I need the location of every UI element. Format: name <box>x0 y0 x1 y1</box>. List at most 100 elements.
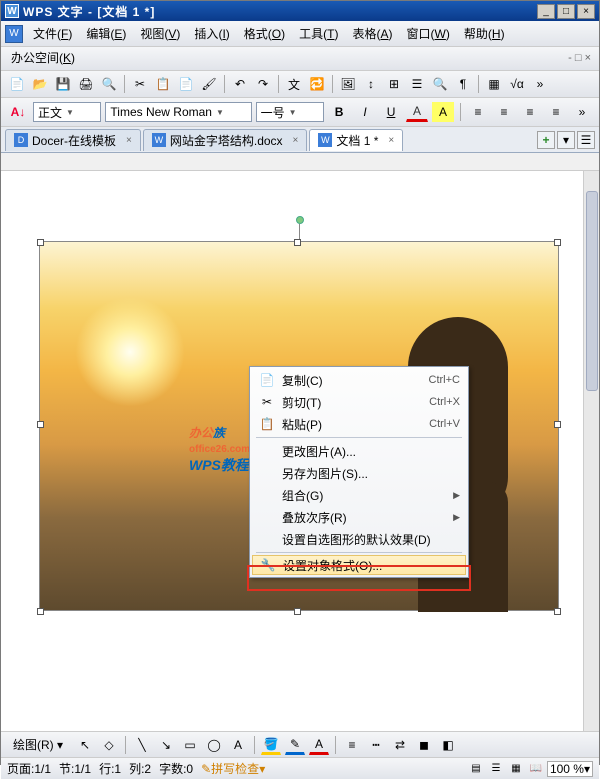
ctx-paste[interactable]: 📋粘贴(P)Ctrl+V <box>252 413 466 435</box>
paste-icon[interactable]: 📄 <box>176 74 196 94</box>
line-icon[interactable]: ╲ <box>132 735 152 755</box>
ctx-order[interactable]: 叠放次序(R)▶ <box>252 506 466 528</box>
tab-list-button[interactable]: ▾ <box>557 131 575 149</box>
view-print-icon[interactable]: ▤ <box>467 761 485 777</box>
app-menu-icon[interactable]: W <box>5 25 23 43</box>
size-select[interactable]: 一号▼ <box>256 102 324 122</box>
text-direction-icon[interactable]: ↕ <box>361 74 381 94</box>
show-marks-icon[interactable]: ¶ <box>453 74 473 94</box>
menu-format[interactable]: 格式(O) <box>238 23 291 44</box>
status-spellcheck[interactable]: ✎拼写检查 ▾ <box>201 760 265 777</box>
tab-docer[interactable]: D Docer-在线模板 × <box>5 129 141 151</box>
outline-icon[interactable]: ⊞ <box>384 74 404 94</box>
resize-handle-tl[interactable] <box>37 239 44 246</box>
view-outline-icon[interactable]: ☰ <box>487 761 505 777</box>
underline-button[interactable]: U <box>380 102 402 122</box>
font-color-button[interactable]: A <box>406 102 428 122</box>
ctx-default-effect[interactable]: 设置自选图形的默认效果(D) <box>252 528 466 550</box>
new-tab-button[interactable]: + <box>537 131 555 149</box>
draw-menu[interactable]: 绘图(R) ▾ <box>7 734 69 755</box>
align-justify-icon[interactable]: ≡ <box>545 102 567 122</box>
menu-insert[interactable]: 插入(I) <box>188 23 235 44</box>
line-color-icon[interactable]: ✎ <box>285 735 305 755</box>
menu-file[interactable]: 文件(F) <box>27 23 78 44</box>
resize-handle-tm[interactable] <box>294 239 301 246</box>
more-format-icon[interactable]: » <box>571 102 593 122</box>
copy-icon[interactable]: 📋 <box>153 74 173 94</box>
tab-doc1[interactable]: W 网站金字塔结构.docx × <box>143 129 308 151</box>
menu-view[interactable]: 视图(V) <box>134 23 186 44</box>
mdi-controls[interactable]: - □ × <box>568 52 591 64</box>
menu-table[interactable]: 表格(A) <box>347 23 399 44</box>
open-icon[interactable]: 📂 <box>30 74 50 94</box>
dash-style-icon[interactable]: ┅ <box>366 735 386 755</box>
font-color-icon[interactable]: A <box>309 735 329 755</box>
undo-icon[interactable]: ↶ <box>230 74 250 94</box>
equation-icon[interactable]: √α <box>507 74 527 94</box>
3d-icon[interactable]: ◧ <box>438 735 458 755</box>
resize-handle-br[interactable] <box>554 608 561 615</box>
format-painter-icon[interactable]: 🖌 <box>199 74 219 94</box>
new-doc-icon[interactable]: 📄 <box>7 74 27 94</box>
menu-help[interactable]: 帮助(H) <box>458 23 511 44</box>
more-icon[interactable]: » <box>530 74 550 94</box>
arrow-style-icon[interactable]: ⇄ <box>390 735 410 755</box>
tab-options-button[interactable]: ☰ <box>577 131 595 149</box>
rectangle-icon[interactable]: ▭ <box>180 735 200 755</box>
shadow-icon[interactable]: ◼ <box>414 735 434 755</box>
rotation-handle[interactable] <box>296 216 304 224</box>
fill-color-icon[interactable]: 🪣 <box>261 735 281 755</box>
resize-handle-ml[interactable] <box>37 421 44 428</box>
maximize-button[interactable]: □ <box>557 4 575 19</box>
align-right-icon[interactable]: ≡ <box>519 102 541 122</box>
align-left-icon[interactable]: ≡ <box>467 102 489 122</box>
ctx-copy[interactable]: 📄复制(C)Ctrl+C <box>252 369 466 391</box>
menu-window[interactable]: 窗口(W) <box>401 23 456 44</box>
resize-handle-tr[interactable] <box>554 239 561 246</box>
font-select[interactable]: Times New Roman▼ <box>105 102 251 122</box>
tab-close-icon[interactable]: × <box>126 135 132 146</box>
ctx-cut[interactable]: ✂剪切(T)Ctrl+X <box>252 391 466 413</box>
style-indicator-icon[interactable]: A↓ <box>7 102 29 122</box>
oval-icon[interactable]: ◯ <box>204 735 224 755</box>
print-icon[interactable]: 🖨 <box>76 74 96 94</box>
ctx-format-object[interactable]: 🔧设置对象格式(O)... <box>252 555 466 575</box>
cut-icon[interactable]: ✂ <box>130 74 150 94</box>
find-icon[interactable]: 🔍 <box>430 74 450 94</box>
view-read-icon[interactable]: 📖 <box>527 761 545 777</box>
select-objects-icon[interactable]: ↖ <box>75 735 95 755</box>
ctx-group[interactable]: 组合(G)▶ <box>252 484 466 506</box>
zoom-control[interactable]: 100 % ▾ <box>547 761 593 777</box>
resize-handle-bl[interactable] <box>37 608 44 615</box>
close-button[interactable]: × <box>577 4 595 19</box>
style-select[interactable]: 正文▼ <box>33 102 101 122</box>
minimize-button[interactable]: _ <box>537 4 555 19</box>
tab-doc-active[interactable]: W 文档 1 * × <box>309 129 403 151</box>
columns-icon[interactable]: ☰ <box>407 74 427 94</box>
resize-handle-bm[interactable] <box>294 608 301 615</box>
redo-icon[interactable]: ↷ <box>253 74 273 94</box>
arrow-icon[interactable]: ↘ <box>156 735 176 755</box>
line-style-icon[interactable]: ≡ <box>342 735 362 755</box>
page[interactable]: 办公族 office26.com WPS教程 📄复制(C)Ctrl+C ✂剪切(… <box>9 181 569 721</box>
insert-image-icon[interactable]: 🖼 <box>338 74 358 94</box>
menu-edit[interactable]: 编辑(E) <box>80 23 132 44</box>
scroll-thumb[interactable] <box>586 191 598 391</box>
vertical-scrollbar[interactable] <box>583 171 599 731</box>
insert-text-icon[interactable]: 文 <box>284 74 304 94</box>
ctx-change-image[interactable]: 更改图片(A)... <box>252 440 466 462</box>
autoshapes-icon[interactable]: ◇ <box>99 735 119 755</box>
view-web-icon[interactable]: ▦ <box>507 761 525 777</box>
italic-button[interactable]: I <box>354 102 376 122</box>
textbox-icon[interactable]: A <box>228 735 248 755</box>
bold-button[interactable]: B <box>328 102 350 122</box>
tab-close-icon[interactable]: × <box>388 135 394 146</box>
align-center-icon[interactable]: ≡ <box>493 102 515 122</box>
resize-handle-mr[interactable] <box>554 421 561 428</box>
horizontal-ruler[interactable] <box>1 153 599 171</box>
save-icon[interactable]: 💾 <box>53 74 73 94</box>
menu-tools[interactable]: 工具(T) <box>293 23 344 44</box>
table-icon[interactable]: ▦ <box>484 74 504 94</box>
menu-workspace[interactable]: 办公空间(K) <box>5 47 81 68</box>
ctx-save-as-image[interactable]: 另存为图片(S)... <box>252 462 466 484</box>
